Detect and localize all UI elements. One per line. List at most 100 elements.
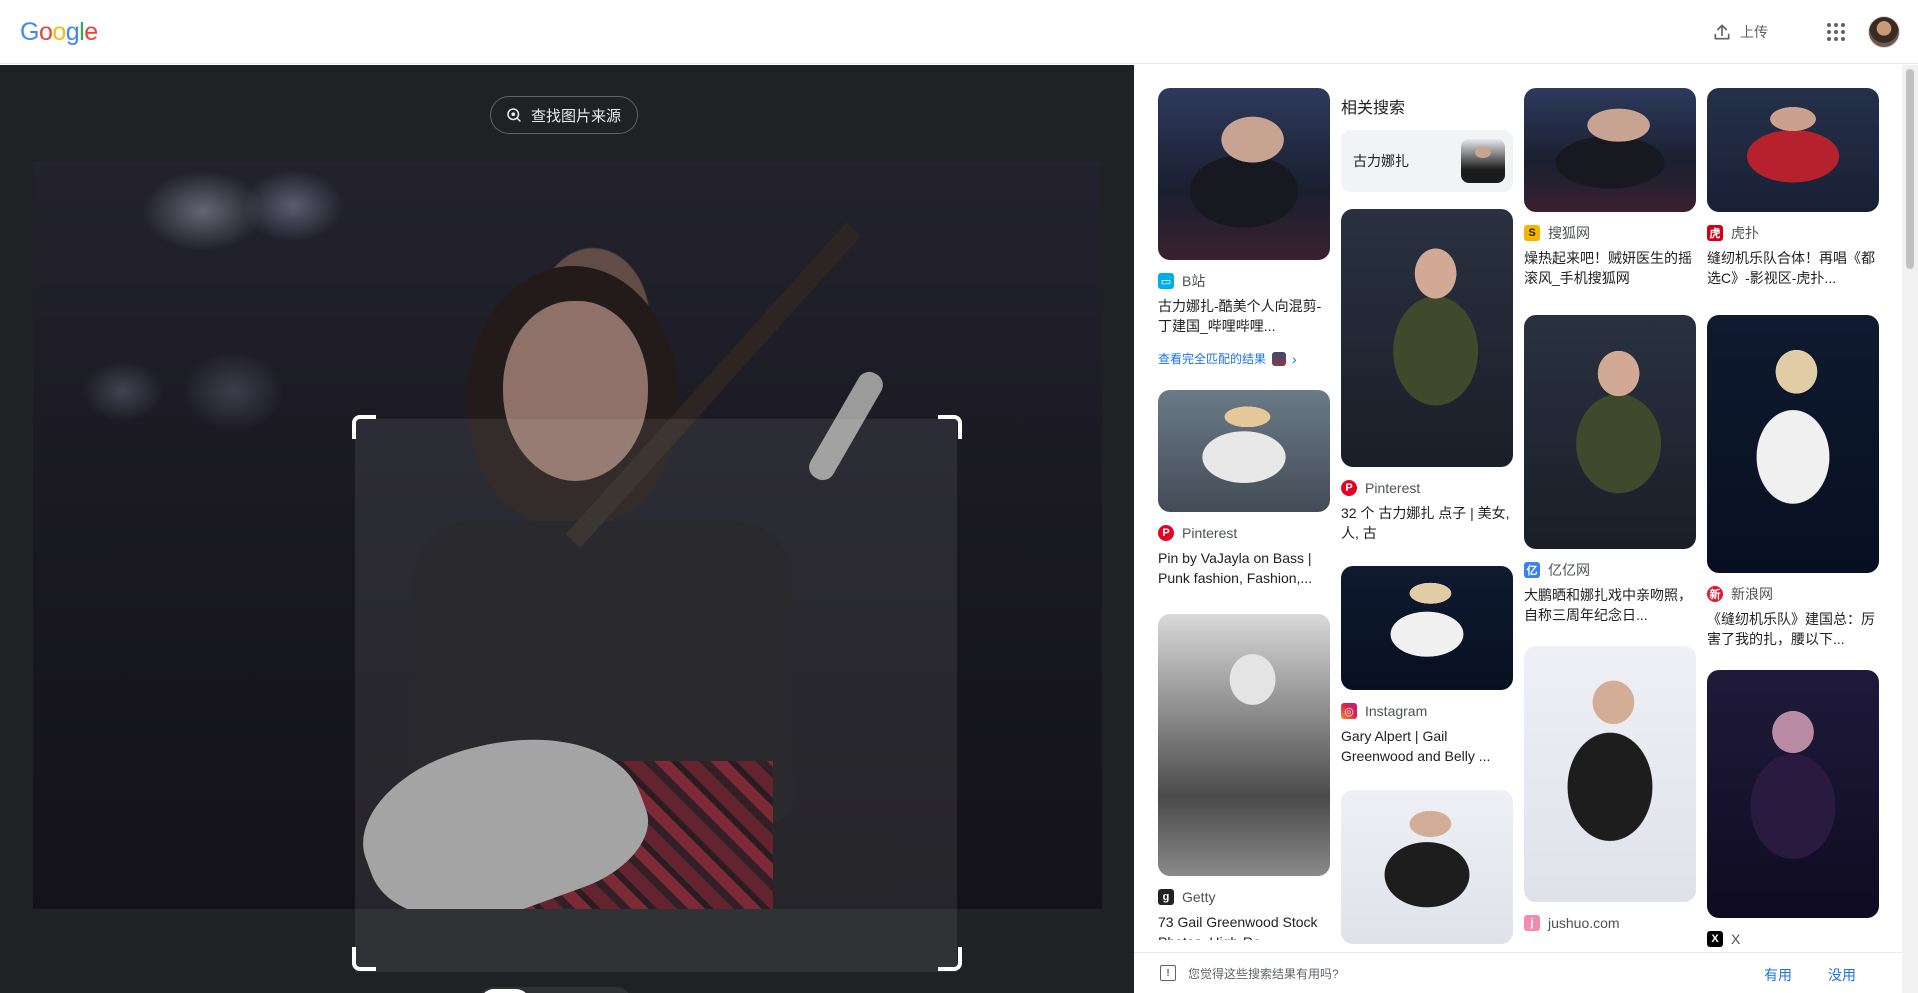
result-title[interactable]: 32 个 古力娜扎 点子 | 美女, 人, 古: [1341, 503, 1513, 543]
google-apps-icon[interactable]: [1825, 21, 1847, 43]
source-name: 虎扑: [1731, 225, 1759, 241]
logo-letter: e: [84, 18, 98, 46]
crop-handle-bottom-right[interactable]: [938, 947, 962, 971]
feedback-yes-button[interactable]: 有用: [1764, 965, 1792, 985]
result-card[interactable]: j jushuo.com: [1524, 646, 1696, 932]
result-thumbnail[interactable]: [1524, 646, 1696, 902]
source-name: X: [1731, 931, 1741, 947]
source-name: Getty: [1182, 889, 1216, 905]
instagram-icon: ◎: [1341, 703, 1357, 719]
crop-selection-area[interactable]: [355, 419, 957, 972]
source-name: Pinterest: [1365, 480, 1421, 496]
result-source: S 搜狐网: [1524, 224, 1696, 242]
result-title[interactable]: 燥热起来吧！贼妍医生的摇滚风_手机搜狐网: [1524, 248, 1696, 288]
source-name: jushuo.com: [1548, 915, 1620, 931]
upload-icon: [1714, 24, 1730, 40]
result-card[interactable]: P Pinterest Pin by VaJayla on Bass | Pun…: [1158, 390, 1330, 588]
jushuo-icon: j: [1524, 915, 1540, 931]
result-title[interactable]: Pin by VaJayla on Bass | Punk fashion, F…: [1158, 548, 1330, 588]
results-scrollbar[interactable]: [1902, 65, 1918, 993]
result-source: ◎ Instagram: [1341, 702, 1513, 720]
related-chip-thumbnail: [1461, 139, 1505, 183]
result-thumbnail[interactable]: [1707, 670, 1879, 918]
getty-icon: g: [1158, 889, 1174, 905]
bilibili-icon: ▭: [1158, 273, 1174, 289]
result-source: 虎 虎扑: [1707, 224, 1879, 242]
result-card[interactable]: P Pinterest 32 个 古力娜扎 点子 | 美女, 人, 古: [1341, 209, 1513, 543]
feedback-bar: ! 您觉得这些搜索结果有用吗? 有用 没用: [1134, 952, 1902, 993]
exact-match-thumbnail: [1272, 351, 1287, 366]
related-searches-heading: 相关搜索: [1341, 100, 1406, 117]
source-name: 亿亿网: [1548, 562, 1590, 578]
exact-match-label: 查看完全匹配的结果: [1158, 352, 1267, 366]
result-title[interactable]: 73 Gail Greenwood Stock Photos, High-Re.…: [1158, 912, 1330, 940]
result-card[interactable]: 虎 虎扑 缝纫机乐队合体！再唱《都选C》-影视区-虎扑...: [1707, 88, 1879, 288]
result-source: P Pinterest: [1341, 479, 1513, 497]
pinterest-icon: P: [1341, 480, 1357, 496]
scrollbar-thumb[interactable]: [1906, 69, 1914, 269]
result-thumbnail[interactable]: [1524, 88, 1696, 212]
tab-search[interactable]: 搜索: [480, 989, 531, 993]
result-title[interactable]: 大鹏晒和娜扎戏中亲吻照，自称三周年纪念日...: [1524, 585, 1696, 625]
result-thumbnail[interactable]: [1707, 88, 1879, 212]
result-card[interactable]: 亿 亿亿网 大鹏晒和娜扎戏中亲吻照，自称三周年纪念日...: [1524, 315, 1696, 625]
related-chip-label: 古力娜扎: [1353, 153, 1409, 169]
sohu-icon: S: [1524, 225, 1540, 241]
result-thumbnail[interactable]: [1158, 614, 1330, 876]
feedback-no-button[interactable]: 没用: [1828, 965, 1856, 985]
logo-letter: o: [38, 18, 53, 46]
hupu-icon: 虎: [1707, 225, 1723, 241]
logo-letter: g: [65, 18, 80, 46]
chevron-right-icon: ›: [1292, 350, 1297, 367]
result-thumbnail[interactable]: [1341, 790, 1513, 944]
related-search-chip[interactable]: 古力娜扎: [1341, 130, 1513, 192]
result-card[interactable]: g Getty 73 Gail Greenwood Stock Photos, …: [1158, 614, 1330, 940]
related-searches: 相关搜索 古力娜扎: [1341, 94, 1513, 192]
logo-letter: o: [52, 18, 66, 46]
source-name: B站: [1182, 273, 1206, 289]
result-title[interactable]: Gary Alpert | Gail Greenwood and Belly .…: [1341, 726, 1513, 766]
result-source: 亿 亿亿网: [1524, 561, 1696, 579]
result-source: g Getty: [1158, 888, 1330, 906]
feedback-icon: !: [1160, 965, 1176, 981]
crop-handle-top-right[interactable]: [938, 415, 962, 439]
result-source: j jushuo.com: [1524, 914, 1696, 932]
pinterest-icon: P: [1158, 525, 1174, 541]
upload-button[interactable]: 上传: [1712, 18, 1768, 46]
result-title[interactable]: 缝纫机乐队合体！再唱《都选C》-影视区-虎扑...: [1707, 248, 1879, 288]
tab-text[interactable]: 文字: [530, 989, 580, 993]
result-thumbnail[interactable]: [1341, 209, 1513, 467]
account-avatar[interactable]: [1868, 16, 1900, 48]
result-title[interactable]: 古力娜扎-酷美个人向混剪-丁建国_哔哩哔哩...: [1158, 296, 1330, 336]
top-bar: Google 上传: [0, 0, 1918, 64]
source-name: Instagram: [1365, 703, 1428, 719]
find-image-source-button[interactable]: 查找图片来源: [490, 96, 639, 134]
crop-handle-top-left[interactable]: [352, 415, 376, 439]
result-card[interactable]: X X: [1707, 670, 1879, 948]
result-card[interactable]: ◎ Instagram Gary Alpert | Gail Greenwood…: [1341, 566, 1513, 766]
result-source: 新 新浪网: [1707, 585, 1879, 603]
result-thumbnail[interactable]: [1158, 390, 1330, 512]
result-thumbnail[interactable]: [1158, 88, 1330, 260]
source-name: 新浪网: [1731, 586, 1773, 602]
image-viewer-panel: 查找图片来源 搜索 文字 翻译: [0, 65, 1134, 993]
lens-search-icon: [507, 108, 521, 122]
find-source-label: 查找图片来源: [531, 107, 622, 125]
result-card[interactable]: ▭ B站 古力娜扎-酷美个人向混剪-丁建国_哔哩哔哩... 查看完全匹配的结果 …: [1158, 88, 1330, 367]
result-title[interactable]: 《缝纫机乐队》建国总：厉害了我的扎，腰以下...: [1707, 609, 1879, 649]
logo-letter: G: [20, 18, 39, 46]
result-card[interactable]: 新 新浪网 《缝纫机乐队》建国总：厉害了我的扎，腰以下...: [1707, 315, 1879, 649]
exact-match-link[interactable]: 查看完全匹配的结果 ›: [1158, 350, 1330, 367]
x-twitter-icon: X: [1707, 931, 1723, 947]
google-logo[interactable]: Google: [20, 18, 98, 47]
result-source: ▭ B站: [1158, 272, 1330, 290]
upload-label: 上传: [1740, 24, 1768, 40]
result-card[interactable]: S 搜狐网 燥热起来吧！贼妍医生的摇滚风_手机搜狐网: [1524, 88, 1696, 288]
source-name: Pinterest: [1182, 525, 1238, 541]
crop-handle-bottom-left[interactable]: [352, 947, 376, 971]
result-thumbnail[interactable]: [1524, 315, 1696, 549]
result-thumbnail[interactable]: [1707, 315, 1879, 573]
result-card[interactable]: [1341, 790, 1513, 944]
tab-translate[interactable]: 翻译: [580, 989, 630, 993]
result-thumbnail[interactable]: [1341, 566, 1513, 690]
